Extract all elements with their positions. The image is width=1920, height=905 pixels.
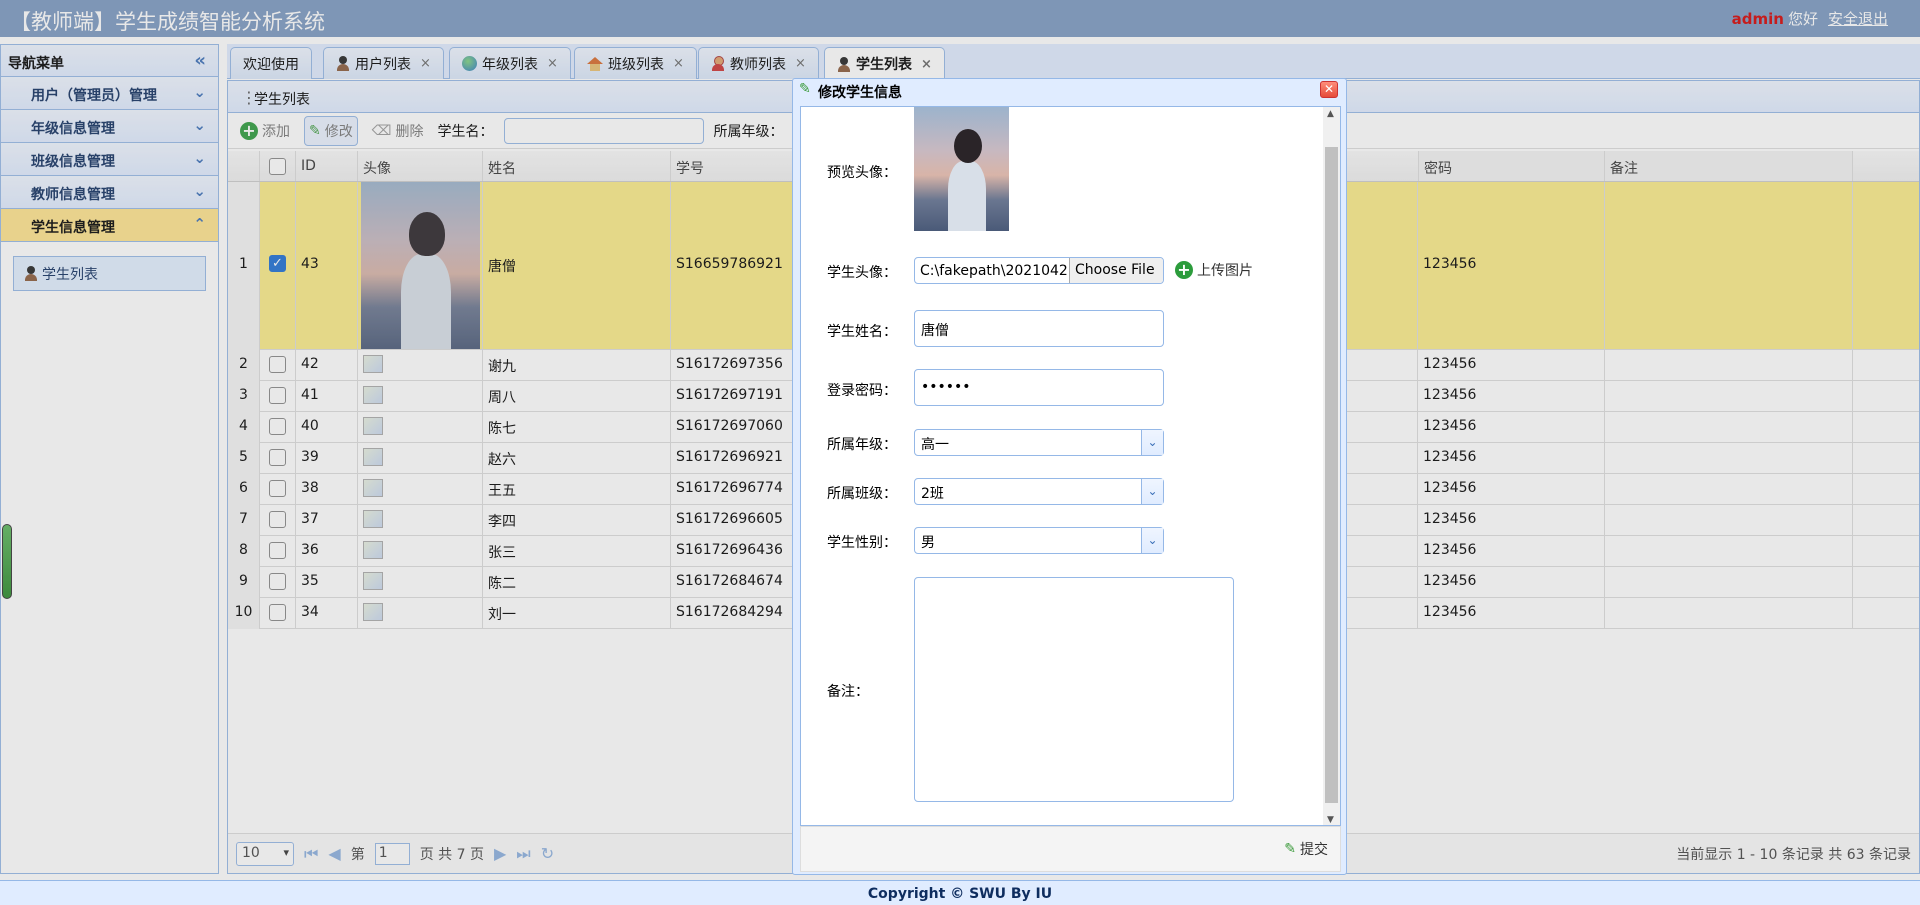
grade-select[interactable]: 高一 ⌄ bbox=[914, 429, 1164, 456]
remark-textarea[interactable] bbox=[914, 577, 1234, 802]
copyright-text: Copyright © SWU By IU bbox=[867, 886, 1053, 902]
edit-student-dialog: ✎ 修改学生信息 ✕ ▲ ▼ 预览头像： 学生头像： C:\fakepath\20… bbox=[792, 78, 1347, 875]
chevron-down-icon: ⌄ bbox=[1141, 528, 1163, 553]
preview-label: 预览头像： bbox=[827, 165, 897, 181]
gender-value: 男 bbox=[921, 535, 935, 551]
dialog-footer: ✎ 提交 bbox=[800, 826, 1341, 872]
submit-button[interactable]: ✎ 提交 bbox=[1284, 839, 1328, 859]
chevron-down-icon: ⌄ bbox=[1141, 479, 1163, 504]
preview-avatar bbox=[914, 107, 1009, 231]
class-label: 所属班级： bbox=[827, 486, 897, 502]
gender-select[interactable]: 男 ⌄ bbox=[914, 527, 1164, 554]
password-label: 登录密码： bbox=[827, 383, 897, 399]
pencil-icon: ✎ bbox=[1284, 841, 1296, 857]
file-path: C:\fakepath\2021042 bbox=[920, 262, 1068, 279]
pencil-icon: ✎ bbox=[799, 81, 811, 97]
choose-file-button[interactable]: Choose File bbox=[1069, 258, 1163, 283]
grade-value: 高一 bbox=[921, 437, 949, 453]
password-input[interactable]: •••••• bbox=[914, 369, 1164, 406]
chevron-down-icon: ⌄ bbox=[1141, 430, 1163, 455]
class-select[interactable]: 2班 ⌄ bbox=[914, 478, 1164, 505]
scroll-up-icon[interactable]: ▲ bbox=[1327, 109, 1334, 119]
submit-label: 提交 bbox=[1300, 842, 1328, 858]
dialog-body: ▲ ▼ 预览头像： 学生头像： C:\fakepath\2021042 Choos… bbox=[800, 106, 1341, 826]
page-footer: Copyright © SWU By IU bbox=[0, 880, 1920, 905]
dialog-title-bar: ✎ 修改学生信息 ✕ bbox=[793, 79, 1346, 103]
grade-label: 所属年级： bbox=[827, 437, 897, 453]
dialog-title: 修改学生信息 bbox=[818, 85, 902, 101]
scroll-thumb[interactable] bbox=[1325, 147, 1338, 803]
class-value: 2班 bbox=[921, 486, 944, 502]
close-icon[interactable]: ✕ bbox=[1320, 81, 1338, 98]
upload-label: 上传图片 bbox=[1197, 263, 1253, 279]
scroll-down-icon[interactable]: ▼ bbox=[1327, 815, 1334, 825]
remark-label: 备注： bbox=[827, 684, 869, 700]
name-label: 学生姓名： bbox=[827, 324, 897, 340]
dialog-scrollbar[interactable]: ▲ ▼ bbox=[1323, 107, 1340, 825]
photo-label: 学生头像： bbox=[827, 265, 897, 281]
gender-label: 学生性别： bbox=[827, 535, 897, 551]
add-icon: + bbox=[1175, 261, 1193, 279]
file-input[interactable]: C:\fakepath\2021042 Choose File bbox=[914, 257, 1164, 284]
upload-button[interactable]: + 上传图片 bbox=[1175, 260, 1253, 280]
name-input[interactable]: 唐僧 bbox=[914, 310, 1164, 347]
